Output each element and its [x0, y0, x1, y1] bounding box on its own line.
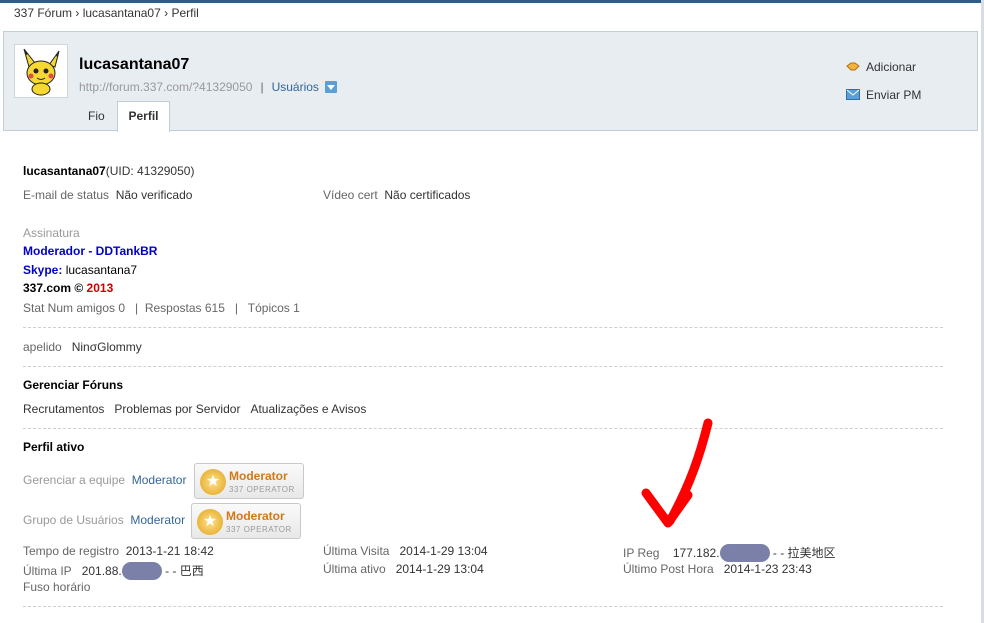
divider: [23, 366, 943, 367]
separator: |: [260, 80, 264, 94]
video-cert-label: Vídeo cert: [323, 188, 378, 202]
nickname-value: NinσGlommy: [71, 340, 142, 354]
breadcrumb-sep: ›: [160, 6, 172, 20]
timezone-label: Fuso horário: [23, 580, 91, 594]
last-active-label: Última ativo: [323, 562, 386, 576]
profile-url-row: http://forum.337.com/?41329050 | Usuários: [79, 80, 337, 94]
breadcrumb-sep: ›: [72, 6, 83, 20]
profile-url[interactable]: http://forum.337.com/?41329050: [79, 80, 252, 94]
red-arrow-annotation-icon: [641, 418, 713, 528]
badge-subtitle: 337 OPERATOR: [229, 485, 295, 494]
user-group-value-link[interactable]: Moderator: [130, 513, 185, 527]
last-active-value: 2014-1-29 13:04: [395, 562, 484, 576]
signature-line-moderator: Moderador - DDTankBR: [23, 244, 158, 258]
forum-link[interactable]: Problemas por Servidor: [114, 402, 240, 416]
badge-subtitle: 337 OPERATOR: [226, 525, 292, 534]
signature-site: 337.com © 2013: [23, 281, 113, 295]
active-profile-title: Perfil ativo: [23, 440, 85, 454]
ip-reg-value: 177.182.: [672, 546, 720, 560]
tab-fio[interactable]: Fio: [88, 109, 105, 123]
last-ip-row: Última IP 201.88. - - 巴西: [23, 562, 204, 580]
user-group-row: Grupo de Usuários Moderator: [23, 513, 185, 527]
profile-name-line: lucasantana07(UID: 41329050): [23, 164, 194, 178]
manage-team-row: Gerenciar a equipe Moderator: [23, 473, 186, 487]
register-time-value: 2013-1-21 18:42: [125, 544, 214, 558]
forum-link[interactable]: Recrutamentos: [23, 402, 104, 416]
nickname-row: apelido NinσGlommy: [23, 340, 142, 354]
avatar[interactable]: [14, 44, 68, 98]
manage-team-link[interactable]: Moderator: [132, 473, 187, 487]
manage-forums-title: Gerenciar Fóruns: [23, 378, 124, 392]
nickname-label: apelido: [23, 340, 62, 354]
pichu-avatar-icon: [23, 48, 60, 96]
breadcrumb-current: Perfil: [171, 6, 199, 20]
breadcrumb: 337 Fórum › lucasantana07 › Perfil: [14, 6, 199, 20]
stats-row: Stat Num amigos 0 | Respostas 615 | Tópi…: [23, 301, 300, 315]
star-icon: ★: [200, 469, 226, 495]
last-visit-label: Última Visita: [323, 544, 390, 558]
profile-username: lucasantana07: [79, 56, 190, 73]
last-visit-value: 2014-1-29 13:04: [399, 544, 488, 558]
redaction-blur: [121, 562, 162, 580]
register-time-row: Tempo de registro 2013-1-21 18:42: [23, 544, 214, 558]
divider: [23, 606, 943, 607]
add-friend-button[interactable]: Adicionar: [846, 60, 916, 74]
last-post-row: Último Post Hora 2014-1-23 23:43: [623, 562, 812, 576]
breadcrumb-user[interactable]: lucasantana07: [83, 6, 161, 20]
last-ip-location: - - 巴西: [165, 564, 204, 578]
email-status-label: E-mail de status: [23, 188, 110, 202]
dropdown-icon[interactable]: [324, 81, 337, 93]
site-year: 2013: [86, 281, 114, 295]
moderator-badge: ★ Moderator 337 OPERATOR: [194, 463, 304, 499]
add-friend-label: Adicionar: [866, 60, 917, 74]
top-bar: [0, 0, 984, 3]
send-pm-button[interactable]: Enviar PM: [846, 88, 921, 102]
star-icon: ★: [197, 509, 223, 535]
skype-label: Skype:: [23, 263, 63, 277]
manage-team-label: Gerenciar a equipe: [23, 473, 126, 487]
handshake-icon: [846, 61, 860, 72]
video-cert-value: Não certificados: [384, 188, 471, 202]
tab-perfil[interactable]: Perfil: [117, 101, 170, 132]
badge-title: Moderator: [226, 509, 285, 523]
send-pm-label: Enviar PM: [866, 88, 922, 102]
last-visit-row: Última Visita 2014-1-29 13:04: [323, 544, 488, 558]
ip-reg-location: - - 拉美地区: [772, 546, 836, 560]
profile-uid: (UID: 41329050): [105, 164, 195, 178]
last-ip-value: 201.88.: [81, 564, 122, 578]
last-post-value: 2014-1-23 23:43: [723, 562, 812, 576]
skype-value: lucasantana7: [62, 263, 138, 277]
breadcrumb-forum[interactable]: 337 Fórum: [14, 6, 72, 20]
divider: [23, 327, 943, 328]
email-status-value: Não verificado: [115, 188, 193, 202]
envelope-icon: [846, 89, 860, 100]
moderator-badge: ★ Moderator 337 OPERATOR: [191, 503, 301, 539]
profile-name: lucasantana07: [23, 164, 106, 178]
user-group-link[interactable]: Usuários: [272, 80, 319, 94]
forum-link[interactable]: Atualizações e Avisos: [250, 402, 366, 416]
ip-reg-row: IP Reg 177.182. - - 拉美地区: [623, 544, 836, 562]
badge-title: Moderator: [229, 469, 288, 483]
last-post-label: Último Post Hora: [623, 562, 714, 576]
divider: [23, 428, 943, 429]
last-active-row: Última ativo 2014-1-29 13:04: [323, 562, 484, 576]
video-cert-row: Vídeo cert Não certificados: [323, 188, 470, 202]
site-label: 337.com ©: [23, 281, 87, 295]
signature-label: Assinatura: [23, 226, 80, 240]
ip-reg-label: IP Reg: [623, 546, 660, 560]
redaction-blur: [719, 544, 770, 562]
register-time-label: Tempo de registro: [23, 544, 120, 558]
last-ip-label: Última IP: [23, 564, 72, 578]
signature-skype: Skype: lucasantana7: [23, 263, 137, 277]
forums-list: Recrutamentos Problemas por Servidor Atu…: [23, 402, 366, 416]
user-group-label: Grupo de Usuários: [23, 513, 124, 527]
email-status-row: E-mail de status Não verificado: [23, 188, 192, 202]
